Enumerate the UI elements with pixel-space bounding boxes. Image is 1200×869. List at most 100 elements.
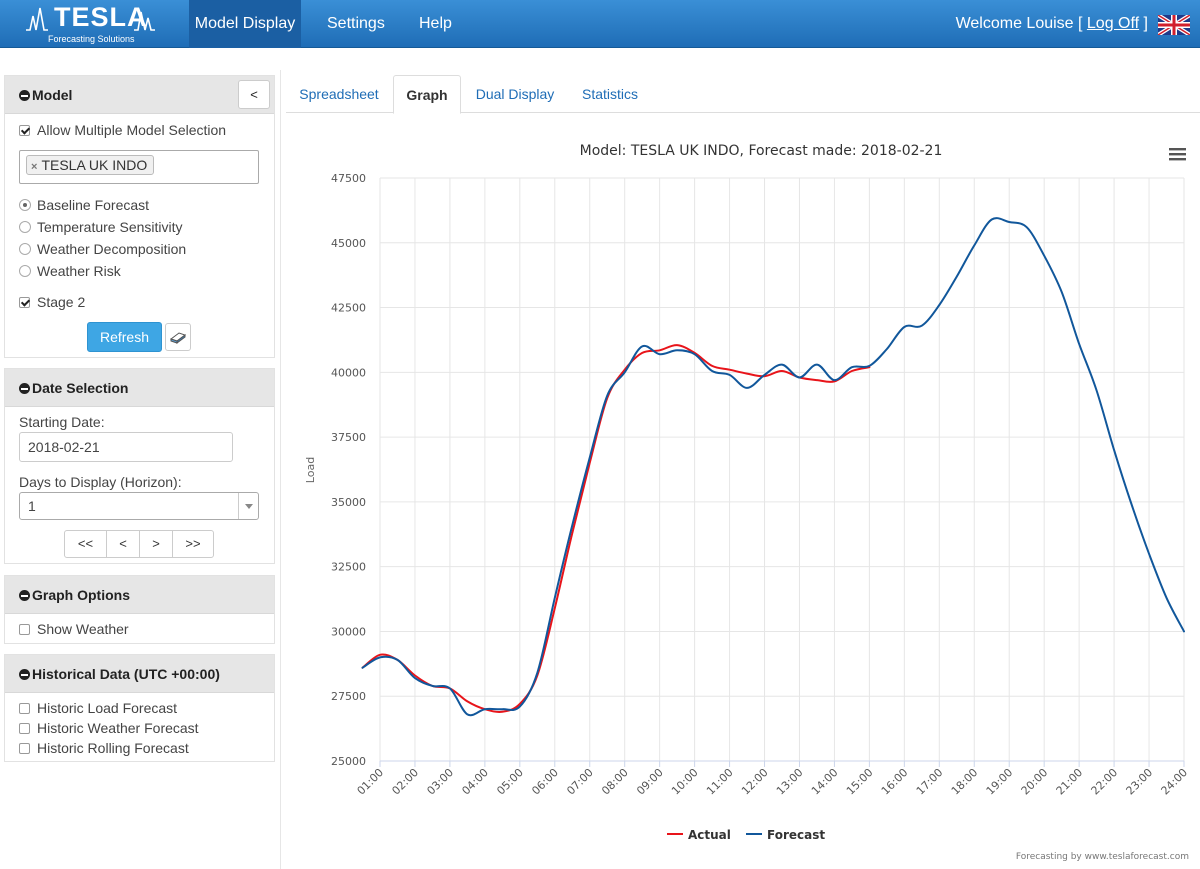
x-tick-label: 03:00: [424, 766, 456, 798]
allow-multiple-checkbox-row[interactable]: Allow Multiple Model Selection: [19, 122, 226, 138]
remove-tag-icon[interactable]: ×: [31, 161, 37, 173]
tab-statistics[interactable]: Statistics: [570, 75, 650, 113]
y-tick-label: 30000: [331, 625, 366, 638]
minus-circle-icon: [19, 590, 30, 601]
uk-flag-icon[interactable]: [1158, 15, 1190, 35]
y-axis-label: Load: [304, 457, 317, 483]
historic-weather-forecast-row[interactable]: Historic Weather Forecast: [19, 720, 199, 736]
x-tick-label: 05:00: [494, 766, 526, 798]
next-page-button[interactable]: >: [139, 531, 172, 557]
previous-page-button[interactable]: <: [106, 531, 139, 557]
date-panel-title: Date Selection: [32, 380, 129, 396]
minus-circle-icon: [19, 90, 30, 101]
y-tick-label: 47500: [331, 172, 366, 185]
x-tick-label: 06:00: [529, 766, 561, 798]
option-weather-decomposition[interactable]: Weather Decomposition: [19, 241, 186, 257]
nav-settings[interactable]: Settings: [327, 0, 385, 48]
x-tick-label: 10:00: [669, 766, 701, 798]
chart-grid: [379, 177, 1185, 767]
logo-subtitle: Forecasting Solutions: [48, 34, 135, 44]
historic-rolling-forecast-checkbox[interactable]: [19, 742, 30, 754]
historical-data-header[interactable]: Historical Data (UTC +00:00): [5, 655, 274, 693]
historical-data-panel: Historical Data (UTC +00:00) Historic Lo…: [4, 654, 275, 762]
weather-decomposition-radio[interactable]: [19, 243, 31, 255]
allow-multiple-label: Allow Multiple Model Selection: [37, 122, 227, 138]
temperature-sensitivity-label: Temperature Sensitivity: [37, 219, 183, 235]
hamburger-menu-icon[interactable]: [1164, 142, 1191, 166]
welcome-prefix: Welcome Louise [: [955, 15, 1083, 32]
chart-title: Model: TESLA UK INDO, Forecast made: 201…: [580, 143, 943, 159]
y-tick-label: 37500: [331, 431, 366, 444]
tab-graph[interactable]: Graph: [393, 75, 461, 114]
chevron-down-icon: [238, 493, 258, 519]
graph-options-title: Graph Options: [32, 587, 130, 603]
option-baseline-forecast[interactable]: Baseline Forecast: [19, 197, 149, 213]
show-weather-row[interactable]: Show Weather: [19, 621, 129, 637]
starting-date-label: Starting Date:: [19, 414, 105, 430]
x-tick-label: 16:00: [879, 766, 911, 798]
historical-data-title: Historical Data (UTC +00:00): [32, 666, 220, 682]
logoff-link[interactable]: Log Off: [1087, 15, 1139, 32]
option-temperature-sensitivity[interactable]: Temperature Sensitivity: [19, 219, 183, 235]
logo-text: TESLA: [54, 2, 148, 32]
y-tick-label: 27500: [331, 690, 366, 703]
tesla-logo[interactable]: TESLA Forecasting Solutions: [26, 2, 156, 46]
graph-options-panel: Graph Options Show Weather: [4, 575, 275, 644]
stage2-checkbox[interactable]: [19, 296, 30, 308]
temperature-sensitivity-radio[interactable]: [19, 221, 31, 233]
historic-rolling-forecast-row[interactable]: Historic Rolling Forecast: [19, 740, 189, 756]
x-tick-label: 04:00: [459, 766, 491, 798]
days-to-display-select[interactable]: 1: [19, 492, 259, 520]
option-weather-risk[interactable]: Weather Risk: [19, 263, 121, 279]
x-tick-label: 22:00: [1089, 766, 1121, 798]
y-tick-label: 42500: [331, 302, 366, 315]
y-tick-label: 45000: [331, 237, 366, 250]
model-panel: Model < Allow Multiple Model Selection ×…: [4, 75, 275, 358]
historic-load-forecast-checkbox[interactable]: [19, 702, 30, 714]
legend-item-actual[interactable]: Actual: [667, 828, 731, 842]
chart-legend: Actual Forecast: [667, 828, 825, 842]
refresh-button[interactable]: Refresh: [87, 322, 162, 352]
load-chart: Model: TESLA UK INDO, Forecast made: 201…: [304, 142, 1191, 862]
date-selection-panel: Date Selection Starting Date: 2018-02-21…: [4, 368, 275, 564]
sidebar-divider: [280, 70, 281, 869]
last-page-button[interactable]: >>: [172, 531, 213, 557]
stage2-label: Stage 2: [37, 294, 86, 310]
tab-spreadsheet[interactable]: Spreadsheet: [286, 75, 392, 113]
model-tag: × TESLA UK INDO: [26, 155, 155, 175]
model-panel-header[interactable]: Model <: [5, 76, 274, 114]
x-axis: 01:00 02:00 03:00 04:00 05:00 06:00 07:00 08:00…: [355, 766, 1191, 798]
eraser-icon: [169, 332, 187, 344]
x-tick-label: 07:00: [564, 766, 596, 798]
x-tick-label: 13:00: [774, 766, 806, 798]
stage2-checkbox-row[interactable]: Stage 2: [19, 294, 85, 310]
collapse-sidebar-button[interactable]: <: [238, 80, 270, 109]
days-to-display-label: Days to Display (Horizon):: [19, 474, 182, 490]
nav-model-display[interactable]: Model Display: [189, 0, 301, 48]
baseline-forecast-radio[interactable]: [19, 199, 31, 211]
legend-item-forecast[interactable]: Forecast: [746, 828, 825, 842]
tab-dual-display[interactable]: Dual Display: [464, 75, 566, 113]
historic-weather-forecast-checkbox[interactable]: [19, 722, 30, 734]
top-navbar: TESLA Forecasting Solutions Model Displa…: [0, 0, 1200, 48]
date-pager: << < > >>: [64, 530, 214, 558]
weather-decomposition-label: Weather Decomposition: [37, 241, 187, 257]
first-page-button[interactable]: <<: [65, 531, 106, 557]
historic-load-forecast-row[interactable]: Historic Load Forecast: [19, 700, 177, 716]
show-weather-label: Show Weather: [37, 621, 129, 637]
x-tick-label: 08:00: [599, 766, 631, 798]
model-select-input[interactable]: × TESLA UK INDO: [19, 150, 259, 184]
show-weather-checkbox[interactable]: [19, 623, 30, 635]
legend-label-actual: Actual: [688, 828, 731, 842]
starting-date-input[interactable]: 2018-02-21: [19, 432, 233, 462]
weather-risk-radio[interactable]: [19, 265, 31, 277]
eraser-button[interactable]: [165, 323, 191, 351]
allow-multiple-checkbox[interactable]: [19, 124, 30, 136]
y-tick-label: 32500: [331, 561, 366, 574]
graph-options-header[interactable]: Graph Options: [5, 576, 274, 614]
chart-credits[interactable]: Forecasting by www.teslaforecast.com: [1016, 852, 1189, 862]
x-tick-label: 11:00: [704, 766, 736, 798]
nav-help[interactable]: Help: [419, 0, 452, 48]
chart-series: [361, 217, 1185, 717]
date-panel-header[interactable]: Date Selection: [5, 369, 274, 407]
